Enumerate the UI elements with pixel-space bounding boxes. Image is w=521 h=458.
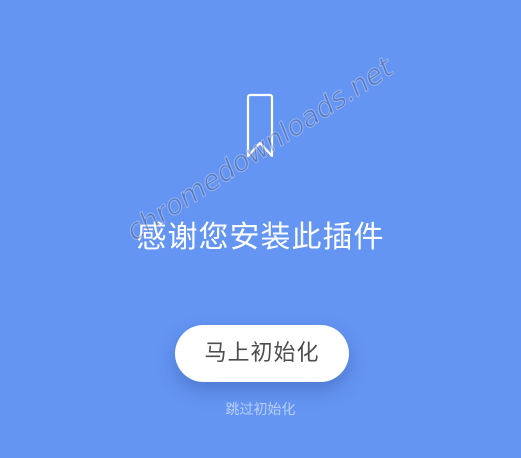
bookmark-icon — [246, 93, 274, 158]
initialize-now-button[interactable]: 马上初始化 — [175, 325, 349, 382]
skip-initialization-link[interactable]: 跳过初始化 — [0, 400, 521, 420]
page-title: 感谢您安装此插件 — [136, 220, 385, 255]
welcome-page: 感谢您安装此插件 马上初始化 跳过初始化 chromedownloads.net — [0, 0, 521, 458]
